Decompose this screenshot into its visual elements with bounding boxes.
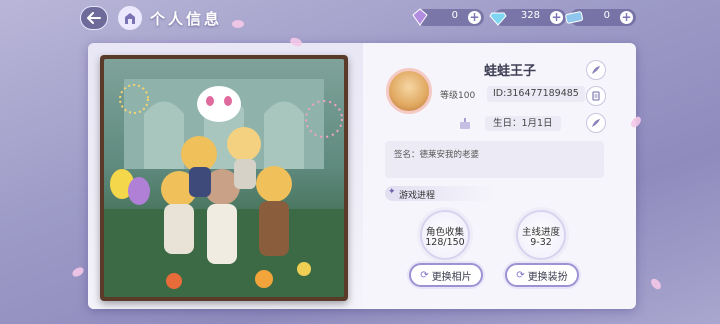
chibi-group-illustration [104, 79, 344, 297]
player-level: 等级100 [440, 91, 476, 101]
gem-count: 0 [451, 10, 458, 21]
petal-decoration [649, 276, 663, 292]
avatar[interactable] [386, 68, 432, 114]
add-diamond-button[interactable]: + [550, 11, 563, 24]
story-value: 9-32 [530, 237, 552, 248]
story-label: 主线进度 [521, 227, 560, 238]
progress-header-label: 游戏进程 [399, 191, 436, 201]
currency-diamond: 328 + [489, 9, 566, 26]
refresh-icon: ⟳ [516, 269, 525, 281]
ticket-icon [565, 11, 583, 24]
gem-icon [412, 8, 428, 26]
top-bar: 个人信息 0 + 328 + 0 + [0, 0, 720, 34]
copy-id-button[interactable] [586, 86, 606, 106]
progress-header: ✦ 游戏进程 [385, 186, 495, 201]
add-ticket-button[interactable]: + [620, 11, 633, 24]
edit-birthday-button[interactable] [586, 113, 606, 133]
change-outfit-label: 更换装扮 [527, 271, 568, 283]
back-arrow-icon [87, 12, 101, 24]
main-story-stat[interactable]: 主线进度 9-32 [516, 210, 566, 260]
currency-ticket: 0 + [565, 9, 636, 26]
character-collection-stat[interactable]: 角色收集 128/150 [420, 210, 470, 260]
sparkle-icon: ✦ [388, 187, 396, 197]
cake-icon [460, 118, 470, 129]
diamond-count: 328 [520, 10, 540, 21]
refresh-icon: ⟳ [420, 269, 429, 281]
add-gem-button[interactable]: + [468, 11, 481, 24]
nickname: 蛙蛙王子 [484, 64, 537, 79]
copy-icon [592, 91, 600, 101]
birthday: 生日：1月1日 [485, 116, 561, 131]
home-button[interactable] [118, 6, 142, 30]
change-outfit-button[interactable]: ⟳ 更换装扮 [505, 263, 579, 287]
feather-pen-icon [592, 66, 600, 74]
back-button[interactable] [80, 6, 108, 30]
ticket-count: 0 [603, 10, 610, 21]
collection-label: 角色收集 [425, 227, 464, 238]
edit-name-button[interactable] [586, 60, 606, 80]
signature-field[interactable]: 签名：德莱安我的老婆 [385, 141, 604, 178]
diamond-icon [489, 12, 507, 26]
collection-value: 128/150 [425, 237, 465, 248]
currency-gem: 0 + [412, 8, 484, 26]
photo-frame[interactable] [100, 55, 348, 301]
profile-photo [104, 59, 344, 297]
page-title: 个人信息 [150, 10, 223, 28]
change-photo-button[interactable]: ⟳ 更换相片 [409, 263, 483, 287]
petal-decoration [70, 266, 86, 278]
home-icon [125, 13, 135, 24]
change-photo-label: 更换相片 [431, 271, 472, 283]
player-id: ID:316477189485 [487, 86, 585, 102]
feather-pen-icon [592, 119, 600, 127]
